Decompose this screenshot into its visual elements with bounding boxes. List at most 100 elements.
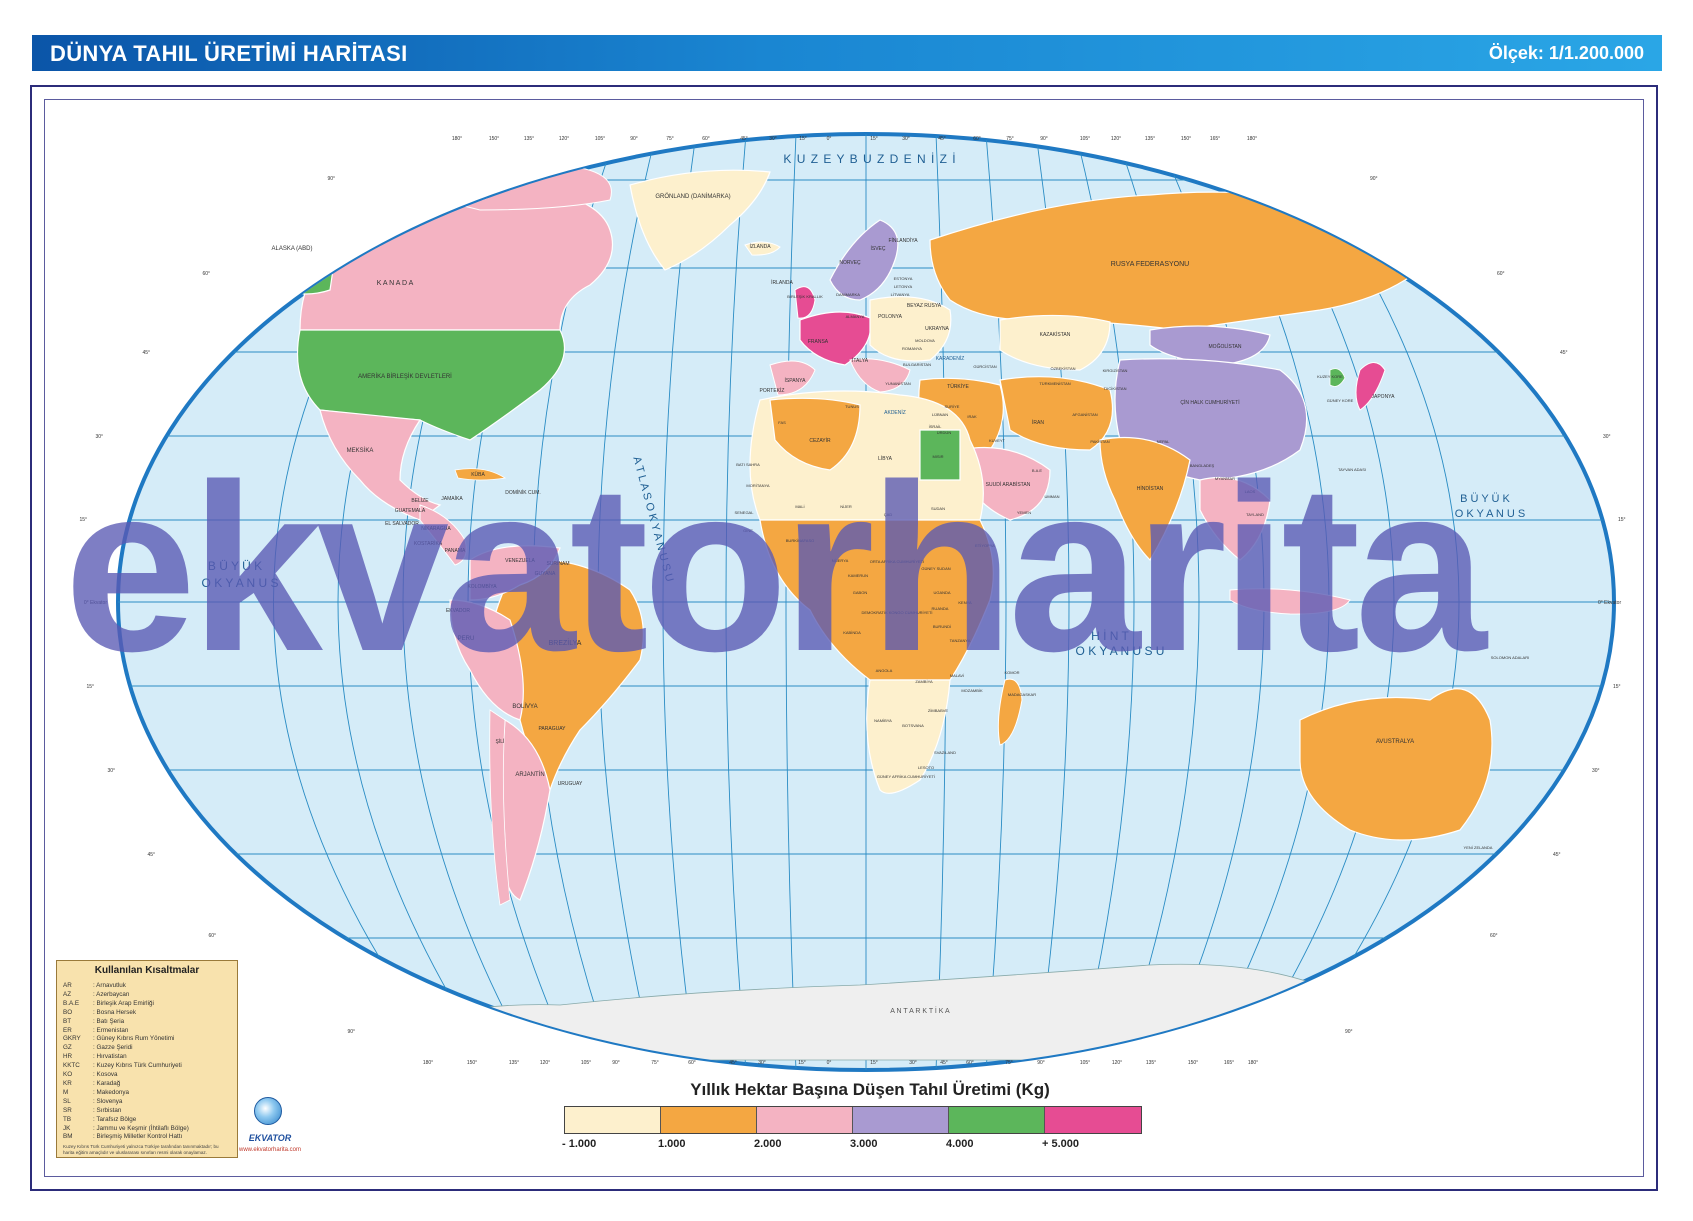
legend-class-label: 1.000 bbox=[658, 1138, 686, 1150]
label-greece: YUNANİSTAN bbox=[885, 381, 911, 386]
lon-label: 180° bbox=[1247, 136, 1257, 142]
abbr-row: ER: Ermenistan bbox=[63, 1027, 231, 1036]
label-zimbabwe: ZİMBABVE bbox=[928, 708, 949, 713]
abbr-row: GZ : Gazze Şeridi bbox=[63, 1044, 231, 1053]
watermark: ekvatorharita bbox=[64, 436, 1487, 701]
abbr-text: : Batı Şeria bbox=[93, 1017, 125, 1025]
lon-label: 105° bbox=[1080, 136, 1090, 142]
lat-label: 60° bbox=[208, 933, 216, 939]
abbr-text: : Birleşik Arap Emirliği bbox=[93, 999, 154, 1007]
legend-title: Yıllık Hektar Başına Düşen Tahıl Üretimi… bbox=[690, 1080, 1050, 1099]
lon-label: 165° bbox=[1224, 1060, 1234, 1066]
abbreviations-note: Kuzey Kıbrıs Türk Cumhuriyeti yalnızca T… bbox=[63, 1144, 219, 1156]
lon-label: 75° bbox=[666, 136, 674, 142]
lon-label: 60° bbox=[688, 1060, 696, 1066]
label-kazakhstan: KAZAKİSTAN bbox=[1040, 331, 1071, 338]
lat-label: 15° bbox=[1618, 517, 1626, 523]
abbr-text: : Güney Kıbrıs Rum Yönetimi bbox=[93, 1035, 175, 1043]
label-belarus: BEYAZ RUSYA bbox=[907, 303, 942, 309]
abbr-row: AZ: Azerbaycan bbox=[63, 991, 231, 1000]
label-china: ÇİN HALK CUMHURİYETİ bbox=[1180, 399, 1239, 406]
abbr-code: SR bbox=[63, 1106, 72, 1114]
abbr-code: GZ bbox=[63, 1044, 72, 1052]
legend-class-swatch bbox=[757, 1107, 853, 1133]
lon-label: 15° bbox=[798, 1060, 806, 1066]
lon-label: 150° bbox=[489, 136, 499, 142]
lon-label: 135° bbox=[1145, 136, 1155, 142]
lon-label: 75° bbox=[1005, 1060, 1013, 1066]
label-ukraine: UKRAYNA bbox=[925, 326, 949, 332]
abbreviations-title: Kullanılan Kısaltmalar bbox=[94, 965, 200, 976]
legend-class-swatch bbox=[853, 1107, 949, 1133]
lon-label: 60° bbox=[702, 136, 710, 142]
label-kyrgyzstan: KIRGIZİSTAN bbox=[1103, 368, 1128, 373]
ekvator-logo: EKVATOR www.ekvatorharita.com bbox=[230, 1097, 310, 1163]
lon-label: 105° bbox=[581, 1060, 591, 1066]
label-new-zealand: YENİ ZELANDA bbox=[1464, 845, 1493, 850]
lon-label: 60° bbox=[966, 1060, 974, 1066]
label-argentina: ARJANTİN bbox=[515, 771, 544, 778]
label-chile: ŞİLİ bbox=[496, 738, 505, 745]
lon-label: 45° bbox=[940, 1060, 948, 1066]
lon-label: 180° bbox=[1248, 1060, 1258, 1066]
abbr-text: : Azerbaycan bbox=[93, 990, 130, 998]
abbr-text: : Kuzey Kıbrıs Türk Cumhuriyeti bbox=[93, 1062, 182, 1070]
label-uk: BİRLEŞİK KRALLIK bbox=[787, 294, 823, 299]
abbr-row: KKTC: Kuzey Kıbrıs Türk Cumhuriyeti bbox=[63, 1062, 231, 1071]
abbr-code: BO bbox=[63, 1008, 73, 1016]
legend-color-bar bbox=[564, 1106, 1142, 1134]
abbr-row: BO: Bosna Hersek bbox=[63, 1009, 231, 1018]
lon-label: 120° bbox=[540, 1060, 550, 1066]
label-canada: K A N A D A bbox=[377, 280, 414, 287]
label-latvia: LETONYA bbox=[894, 284, 913, 289]
abbr-code: HR bbox=[63, 1053, 73, 1061]
label-antarctica: A N T A R K T İ K A bbox=[890, 1006, 950, 1015]
abbr-code: M bbox=[63, 1088, 69, 1096]
legend-class-swatch bbox=[661, 1107, 757, 1133]
label-south-korea: GÜNEY KORE bbox=[1327, 398, 1354, 403]
label-mediterranean: AKDENİZ bbox=[884, 409, 906, 416]
lat-label: 45° bbox=[147, 852, 155, 858]
label-lebanon: LÜBNAN bbox=[932, 412, 948, 417]
lat-label: 90° bbox=[327, 176, 335, 182]
lon-label: 90° bbox=[1037, 1060, 1045, 1066]
label-norway: NORVEÇ bbox=[839, 260, 861, 266]
label-denmark: DANİMARKA bbox=[836, 292, 860, 297]
abbr-code: BT bbox=[63, 1017, 72, 1025]
abbr-code: TB bbox=[63, 1115, 72, 1123]
lon-label: 105° bbox=[1080, 1060, 1090, 1066]
lon-label: 30° bbox=[902, 136, 910, 142]
label-alaska: ALASKA (ABD) bbox=[271, 246, 312, 252]
legend-class-swatch bbox=[1045, 1107, 1141, 1133]
abbr-code: BM bbox=[63, 1133, 73, 1141]
label-moldova: MOLDOVA bbox=[915, 338, 935, 343]
label-botswana: BOTSVANA bbox=[902, 723, 924, 728]
abbr-row: TB: Tarafsız Bölge bbox=[63, 1116, 231, 1125]
label-black-sea: KARADENİZ bbox=[936, 355, 965, 362]
label-namibia: NAMİBYA bbox=[874, 718, 892, 723]
abbr-code: GKRY bbox=[63, 1035, 81, 1043]
abbr-code: B.A.E bbox=[63, 999, 80, 1007]
legend-class-swatch bbox=[565, 1107, 661, 1133]
lon-label: 75° bbox=[651, 1060, 659, 1066]
lat-label: 15° bbox=[1613, 684, 1621, 690]
abbr-text: : Gazze Şeridi bbox=[93, 1044, 133, 1052]
abbr-code: SL bbox=[63, 1097, 71, 1105]
logo-url: www.ekvatorharita.com bbox=[238, 1147, 302, 1153]
label-turkmenistan: TÜRKMENİSTAN bbox=[1039, 381, 1070, 386]
abbr-text: : Kosova bbox=[93, 1071, 118, 1079]
abbr-text: : Karadağ bbox=[93, 1079, 121, 1087]
label-south-africa: GÜNEY AFRİKA CUMHURİYETİ bbox=[877, 774, 935, 779]
lat-label: 30° bbox=[1603, 434, 1611, 440]
lon-label: 15° bbox=[870, 136, 878, 142]
label-iceland: İZLANDA bbox=[749, 243, 771, 250]
lon-label: 135° bbox=[524, 136, 534, 142]
label-sweden: İSVEÇ bbox=[870, 245, 885, 252]
abbr-row: SR: Sırbistan bbox=[63, 1107, 231, 1116]
label-germany: ALMANYA bbox=[846, 314, 865, 319]
lon-label: 150° bbox=[1181, 136, 1191, 142]
lon-label: 30° bbox=[769, 136, 777, 142]
abbr-code: ER bbox=[63, 1026, 72, 1034]
abbr-row: JK: Jammu ve Keşmir (İhtilaflı Bölge) bbox=[63, 1125, 231, 1134]
abbr-text: : Birleşmiş Milletler Kontrol Hattı bbox=[93, 1133, 183, 1141]
